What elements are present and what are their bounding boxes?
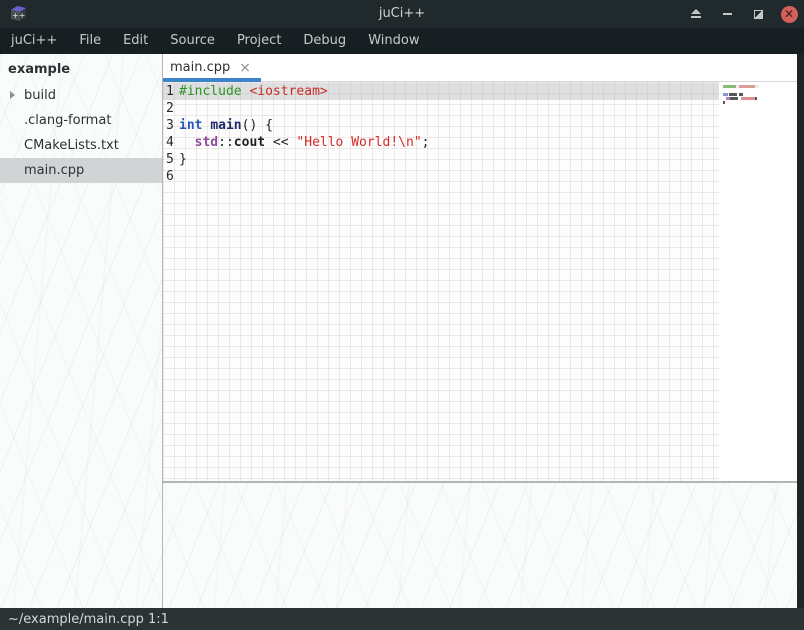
tree-item-label: CMakeLists.txt <box>24 138 119 153</box>
restore-icon <box>754 10 763 19</box>
menu-item-edit[interactable]: Edit <box>112 28 159 54</box>
code-token: ; <box>422 134 430 151</box>
close-icon: ✕ <box>781 6 798 23</box>
code-token: main <box>210 117 241 134</box>
code-token: "Hello World!\n" <box>296 134 421 151</box>
tree-item-label: build <box>24 88 56 103</box>
line-number: 5 <box>166 151 179 168</box>
code-token: :: <box>218 134 234 151</box>
tree-item-label: .clang-format <box>24 113 111 128</box>
code-token: std <box>195 134 218 151</box>
line-number: 1 <box>166 83 179 100</box>
window-title: juCi++ <box>0 0 804 28</box>
tab-main-cpp[interactable]: main.cpp × <box>163 54 261 81</box>
code-token <box>242 83 250 100</box>
line-number: 6 <box>166 168 179 185</box>
tab-bar: main.cpp × <box>163 54 797 82</box>
minimap-row <box>723 89 773 92</box>
minimap-row <box>723 85 773 88</box>
code-line[interactable]: 3int main() { <box>166 117 719 134</box>
code-token: << <box>265 134 296 151</box>
restore-button[interactable] <box>749 5 767 23</box>
menu-item-file[interactable]: File <box>68 28 112 54</box>
tree-item-main-cpp[interactable]: main.cpp <box>0 158 162 183</box>
file-tree-panel: example build .clang-format CMakeLists.txt… <box>0 54 162 608</box>
minus-icon <box>723 13 732 15</box>
line-number: 3 <box>166 117 179 134</box>
window-right-edge <box>797 54 804 630</box>
minimize-button[interactable] <box>718 5 736 23</box>
minimap-row <box>723 97 773 100</box>
code-line[interactable]: 2 <box>166 100 719 117</box>
title-bar: ++ juCi++ ✕ <box>0 0 804 28</box>
window-controls: ✕ <box>687 0 798 28</box>
code-token <box>202 117 210 134</box>
source-view[interactable]: 1#include <iostream>23int main() {4 std:… <box>163 82 719 481</box>
minimap-pane[interactable] <box>719 82 797 481</box>
terminal-pane[interactable] <box>163 483 797 608</box>
code-lines: 1#include <iostream>23int main() {4 std:… <box>166 83 719 185</box>
tab-label: main.cpp <box>170 60 230 75</box>
tree-item-cmakelists-txt[interactable]: CMakeLists.txt <box>0 133 162 158</box>
code-line[interactable]: 1#include <iostream> <box>163 83 719 100</box>
eject-icon <box>690 9 702 19</box>
minimap-row <box>723 101 773 104</box>
code-line[interactable]: 4 std::cout << "Hello World!\n"; <box>166 134 719 151</box>
tree-item-label: main.cpp <box>24 163 84 178</box>
menu-item-project[interactable]: Project <box>226 28 292 54</box>
tree-item-build[interactable]: build <box>0 83 162 108</box>
line-number: 4 <box>166 134 179 151</box>
close-button[interactable]: ✕ <box>780 5 798 23</box>
status-bar: ~/example/main.cpp 1:1 <box>0 608 804 630</box>
menu-item-debug[interactable]: Debug <box>292 28 357 54</box>
code-token: } <box>179 151 187 168</box>
code-token: #include <box>179 83 242 100</box>
line-number: 2 <box>166 100 179 117</box>
editor-row: 1#include <iostream>23int main() {4 std:… <box>163 82 797 481</box>
file-tree: build .clang-format CMakeLists.txt main.cpp <box>0 83 162 183</box>
code-token: () { <box>242 117 273 134</box>
code-token: cout <box>234 134 265 151</box>
menu-item-source[interactable]: Source <box>159 28 226 54</box>
menu-bar: juCi++FileEditSourceProjectDebugWindow <box>0 28 804 54</box>
editor-area: main.cpp × 1#include <iostream>23int mai… <box>163 54 797 608</box>
minimap <box>723 85 773 104</box>
code-line[interactable]: 6 <box>166 168 719 185</box>
status-path-position: ~/example/main.cpp 1:1 <box>8 612 169 627</box>
chevron-right-icon[interactable] <box>10 91 15 99</box>
menu-item-juci[interactable]: juCi++ <box>0 28 68 54</box>
minimap-row <box>723 93 773 96</box>
tree-item--clang-format[interactable]: .clang-format <box>0 108 162 133</box>
code-line[interactable]: 5} <box>166 151 719 168</box>
tab-close-icon[interactable]: × <box>239 61 251 75</box>
menu-item-window[interactable]: Window <box>357 28 430 54</box>
code-token: int <box>179 117 202 134</box>
project-name: example <box>0 54 162 83</box>
shade-window-button[interactable] <box>687 5 705 23</box>
code-token <box>179 134 195 151</box>
code-token: <iostream> <box>249 83 327 100</box>
